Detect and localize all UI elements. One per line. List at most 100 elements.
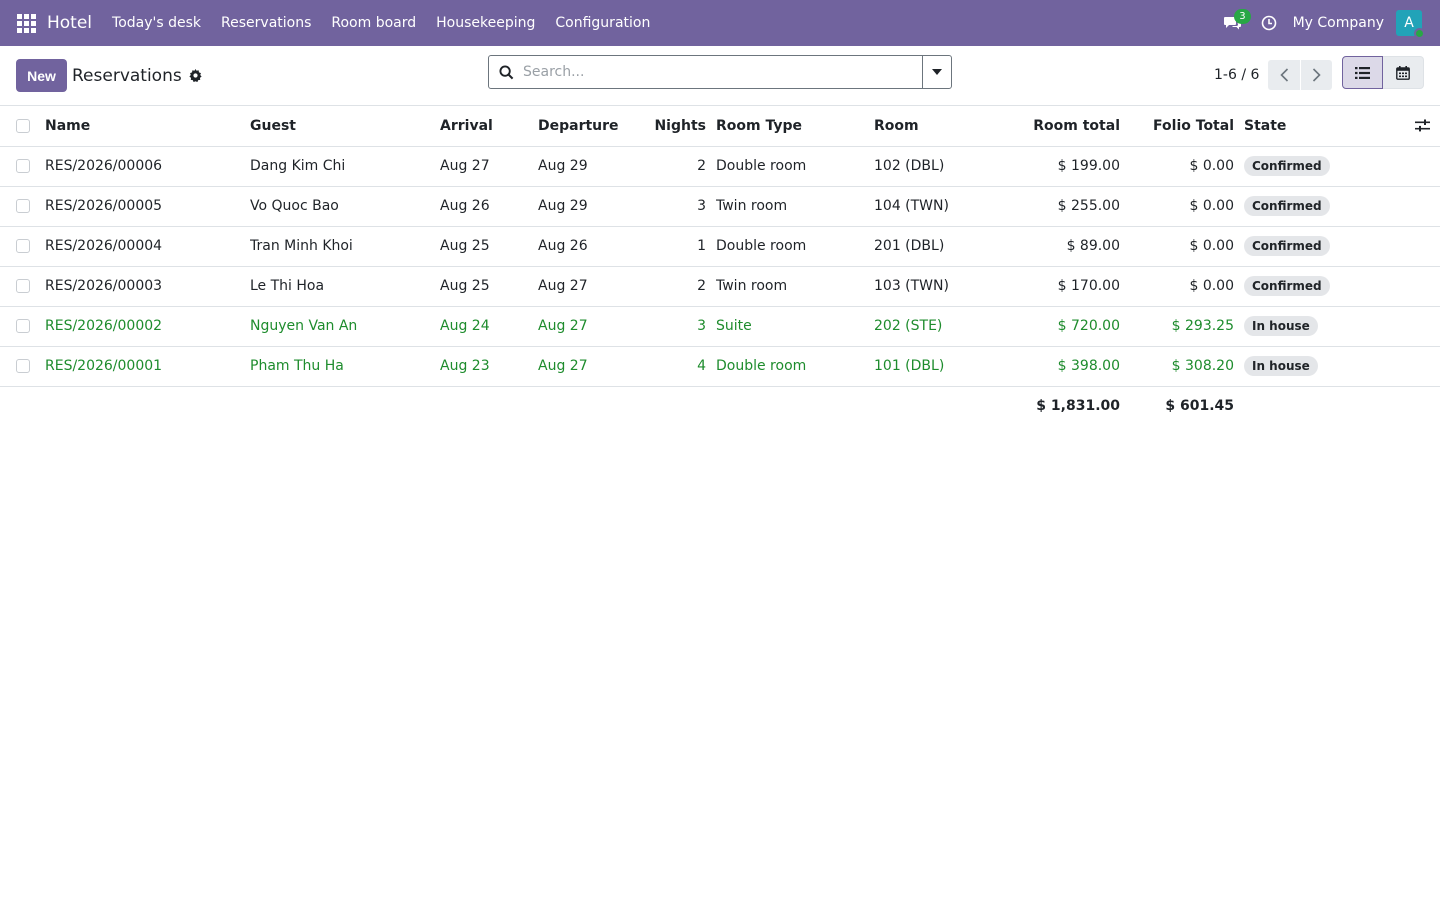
cell-room-type: Twin room bbox=[716, 186, 874, 227]
table-row[interactable]: RES/2026/00006 Dang Kim Chi Aug 27 Aug 29 2 D… bbox=[0, 146, 1440, 187]
new-button[interactable]: New bbox=[16, 59, 67, 92]
table-row[interactable]: RES/2026/00003 Le Thi Hoa Aug 25 Aug 27 2 Twi… bbox=[0, 266, 1440, 307]
header-room[interactable]: Room bbox=[874, 106, 1004, 147]
select-all-checkbox[interactable] bbox=[16, 118, 30, 133]
cell-room-type: Double room bbox=[716, 146, 874, 187]
app-brand[interactable]: Hotel bbox=[47, 13, 92, 33]
totals-row: $ 1,831.00 $ 601.45 bbox=[0, 386, 1440, 426]
search-input[interactable] bbox=[523, 56, 922, 88]
optional-columns-cell bbox=[1384, 106, 1440, 147]
header-nights[interactable]: Nights bbox=[638, 106, 706, 147]
table-row[interactable]: RES/2026/00002 Nguyen Van An Aug 24 Aug 27 3… bbox=[0, 306, 1440, 347]
header-room-total[interactable]: Room total bbox=[1004, 106, 1120, 147]
status-badge: Confirmed bbox=[1244, 276, 1330, 296]
cell-arrival: Aug 25 bbox=[440, 226, 538, 267]
cell-state: In house bbox=[1244, 346, 1384, 387]
row-select-cell bbox=[0, 266, 45, 307]
cell-room-total: $ 170.00 bbox=[1004, 266, 1120, 307]
reservations-table: Name Guest Arrival Departure Nights Room… bbox=[0, 106, 1440, 426]
user-avatar[interactable]: A bbox=[1396, 10, 1425, 39]
menu-configuration[interactable]: Configuration bbox=[545, 0, 660, 46]
menu-housekeeping[interactable]: Housekeeping bbox=[426, 0, 545, 46]
status-badge: In house bbox=[1244, 356, 1318, 376]
control-panel: New Reservations 1-6 / 6 bbox=[0, 46, 1440, 106]
cell-room-total: $ 398.00 bbox=[1004, 346, 1120, 387]
cell-state: Confirmed bbox=[1244, 266, 1384, 307]
search-options-toggle[interactable] bbox=[922, 56, 951, 88]
cell-room-total: $ 89.00 bbox=[1004, 226, 1120, 267]
cell-room: 101 (DBL) bbox=[874, 346, 1004, 387]
row-checkbox[interactable] bbox=[16, 359, 30, 373]
cell-guest: Tran Minh Khoi bbox=[250, 226, 440, 267]
row-select-cell bbox=[0, 226, 45, 267]
table-row[interactable]: RES/2026/00005 Vo Quoc Bao Aug 26 Aug 29 3 Tw… bbox=[0, 186, 1440, 227]
cell-guest: Nguyen Van An bbox=[250, 306, 440, 347]
table-row[interactable]: RES/2026/00004 Tran Minh Khoi Aug 25 Aug 26… bbox=[0, 226, 1440, 267]
header-departure[interactable]: Departure bbox=[538, 106, 638, 147]
row-select-cell bbox=[0, 186, 45, 227]
cell-state: Confirmed bbox=[1244, 146, 1384, 187]
table-row[interactable]: RES/2026/00001 Pham Thu Ha Aug 23 Aug 27 4 Do… bbox=[0, 346, 1440, 387]
pager-value[interactable]: 1-6 / 6 bbox=[1214, 67, 1259, 83]
table-header-row: Name Guest Arrival Departure Nights Room… bbox=[0, 106, 1440, 147]
row-checkbox[interactable] bbox=[16, 199, 30, 213]
row-checkbox[interactable] bbox=[16, 239, 30, 253]
cell-arrival: Aug 26 bbox=[440, 186, 538, 227]
cell-folio-total: $ 308.20 bbox=[1120, 346, 1234, 387]
messaging-button[interactable]: 3 bbox=[1215, 0, 1251, 46]
cell-folio-total: $ 0.00 bbox=[1120, 266, 1234, 307]
cell-room: 202 (STE) bbox=[874, 306, 1004, 347]
menu-todays-desk[interactable]: Today's desk bbox=[102, 0, 211, 46]
row-checkbox[interactable] bbox=[16, 279, 30, 293]
menu-reservations[interactable]: Reservations bbox=[211, 0, 321, 46]
optional-columns-toggle[interactable] bbox=[1384, 119, 1440, 132]
cell-departure: Aug 27 bbox=[538, 306, 638, 347]
cell-state: In house bbox=[1244, 306, 1384, 347]
actions-gear-icon[interactable] bbox=[189, 69, 202, 82]
cell-name: RES/2026/00003 bbox=[45, 266, 250, 307]
calendar-view-button[interactable] bbox=[1383, 56, 1424, 89]
cell-name: RES/2026/00005 bbox=[45, 186, 250, 227]
company-switcher[interactable]: My Company bbox=[1287, 15, 1396, 31]
status-badge: In house bbox=[1244, 316, 1318, 336]
cell-room-total: $ 199.00 bbox=[1004, 146, 1120, 187]
cell-room: 201 (DBL) bbox=[874, 226, 1004, 267]
activities-button[interactable] bbox=[1251, 0, 1287, 46]
cell-room-type: Suite bbox=[716, 306, 874, 347]
cell-name: RES/2026/00004 bbox=[45, 226, 250, 267]
row-select-cell bbox=[0, 146, 45, 187]
cell-name: RES/2026/00001 bbox=[45, 346, 250, 387]
list-view-button[interactable] bbox=[1342, 56, 1383, 89]
header-guest[interactable]: Guest bbox=[250, 106, 440, 147]
header-folio-total[interactable]: Folio Total bbox=[1120, 106, 1234, 147]
cell-folio-total: $ 0.00 bbox=[1120, 226, 1234, 267]
cell-arrival: Aug 24 bbox=[440, 306, 538, 347]
row-checkbox[interactable] bbox=[16, 159, 30, 173]
header-arrival[interactable]: Arrival bbox=[440, 106, 538, 147]
cell-departure: Aug 27 bbox=[538, 266, 638, 307]
cell-room-total: $ 720.00 bbox=[1004, 306, 1120, 347]
caret-down-icon bbox=[932, 69, 942, 75]
cell-guest: Pham Thu Ha bbox=[250, 346, 440, 387]
cell-departure: Aug 29 bbox=[538, 186, 638, 227]
menu-room-board[interactable]: Room board bbox=[321, 0, 426, 46]
page-title: Reservations bbox=[72, 65, 182, 86]
pager-previous-button[interactable] bbox=[1268, 60, 1301, 90]
reservations-list: Name Guest Arrival Departure Nights Room… bbox=[0, 106, 1440, 426]
cell-name: RES/2026/00006 bbox=[45, 146, 250, 187]
cell-guest: Le Thi Hoa bbox=[250, 266, 440, 307]
total-folio-total: $ 601.45 bbox=[1165, 398, 1234, 415]
row-checkbox[interactable] bbox=[16, 319, 30, 333]
header-room-type[interactable]: Room Type bbox=[716, 106, 874, 147]
cell-arrival: Aug 27 bbox=[440, 146, 538, 187]
pager-next-button[interactable] bbox=[1300, 60, 1333, 90]
header-name[interactable]: Name bbox=[45, 106, 250, 147]
cell-guest: Vo Quoc Bao bbox=[250, 186, 440, 227]
cell-room: 102 (DBL) bbox=[874, 146, 1004, 187]
cell-name: RES/2026/00002 bbox=[45, 306, 250, 347]
top-navbar: Hotel Today's desk Reservations Room boa… bbox=[0, 0, 1440, 46]
header-state[interactable]: State bbox=[1244, 106, 1384, 147]
cell-nights: 2 bbox=[638, 266, 706, 307]
apps-menu-icon[interactable] bbox=[0, 0, 52, 46]
calendar-icon bbox=[1396, 65, 1410, 80]
